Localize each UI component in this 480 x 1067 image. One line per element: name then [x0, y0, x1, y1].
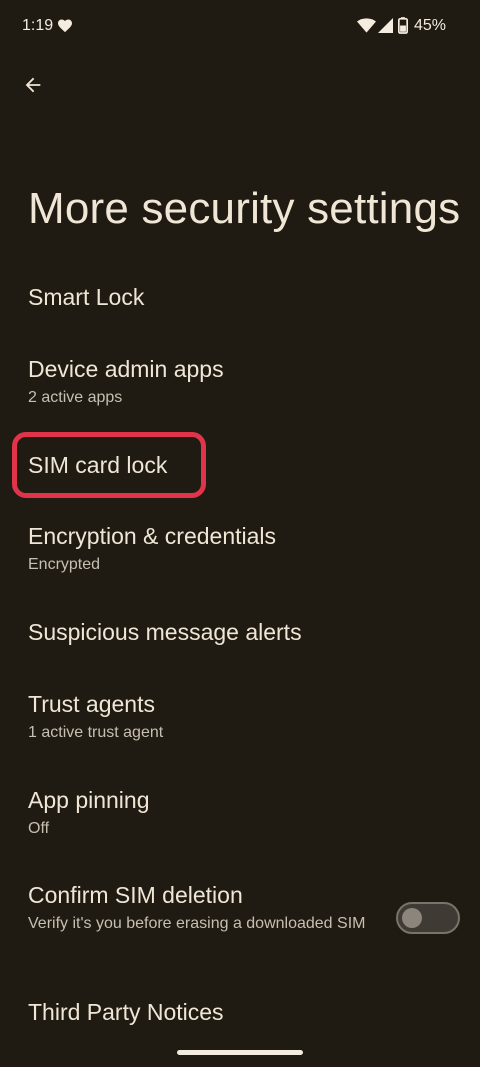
- setting-app-pinning[interactable]: App pinning Off: [28, 786, 452, 839]
- setting-title: Suspicious message alerts: [28, 619, 302, 645]
- navigation-handle[interactable]: [177, 1050, 303, 1055]
- setting-title: Smart Lock: [28, 284, 145, 310]
- arrow-back-icon: [25, 77, 41, 93]
- setting-sim-card-lock[interactable]: SIM card lock: [28, 451, 452, 479]
- setting-subtitle: Off: [28, 820, 50, 837]
- setting-encryption-credentials[interactable]: Encryption & credentials Encrypted: [28, 522, 452, 575]
- back-button[interactable]: [16, 68, 50, 102]
- setting-subtitle: 2 active apps: [28, 389, 123, 406]
- page-title: More security settings: [28, 184, 461, 233]
- setting-title: Third Party Notices: [28, 999, 224, 1025]
- confirm-sim-deletion-toggle[interactable]: [396, 902, 460, 934]
- battery-percent: 45%: [414, 17, 447, 34]
- status-bar: 1:19 45%: [0, 0, 480, 52]
- setting-title: App pinning: [28, 787, 150, 813]
- setting-suspicious-message-alerts[interactable]: Suspicious message alerts: [28, 618, 452, 646]
- setting-smart-lock[interactable]: Smart Lock: [28, 283, 452, 311]
- setting-title: Confirm SIM deletion: [28, 882, 243, 908]
- setting-title: Trust agents: [28, 691, 155, 717]
- setting-device-admin-apps[interactable]: Device admin apps 2 active apps: [28, 355, 452, 408]
- status-time: 1:19: [22, 17, 54, 34]
- setting-third-party-notices[interactable]: Third Party Notices: [28, 998, 452, 1026]
- heart-icon: [58, 19, 72, 33]
- signal-icon: [378, 18, 393, 33]
- setting-trust-agents[interactable]: Trust agents 1 active trust agent: [28, 690, 452, 743]
- setting-subtitle: 1 active trust agent: [28, 724, 164, 741]
- setting-title: SIM card lock: [28, 452, 168, 478]
- setting-subtitle: Verify it's you before erasing a downloa…: [28, 915, 366, 932]
- toggle-knob: [402, 908, 422, 928]
- setting-confirm-sim-deletion[interactable]: Confirm SIM deletion Verify it's you bef…: [28, 881, 370, 934]
- setting-title: Device admin apps: [28, 356, 224, 382]
- setting-subtitle: Encrypted: [28, 556, 101, 573]
- setting-title: Encryption & credentials: [28, 523, 277, 549]
- battery-icon: [398, 17, 408, 34]
- wifi-icon: [357, 18, 376, 33]
